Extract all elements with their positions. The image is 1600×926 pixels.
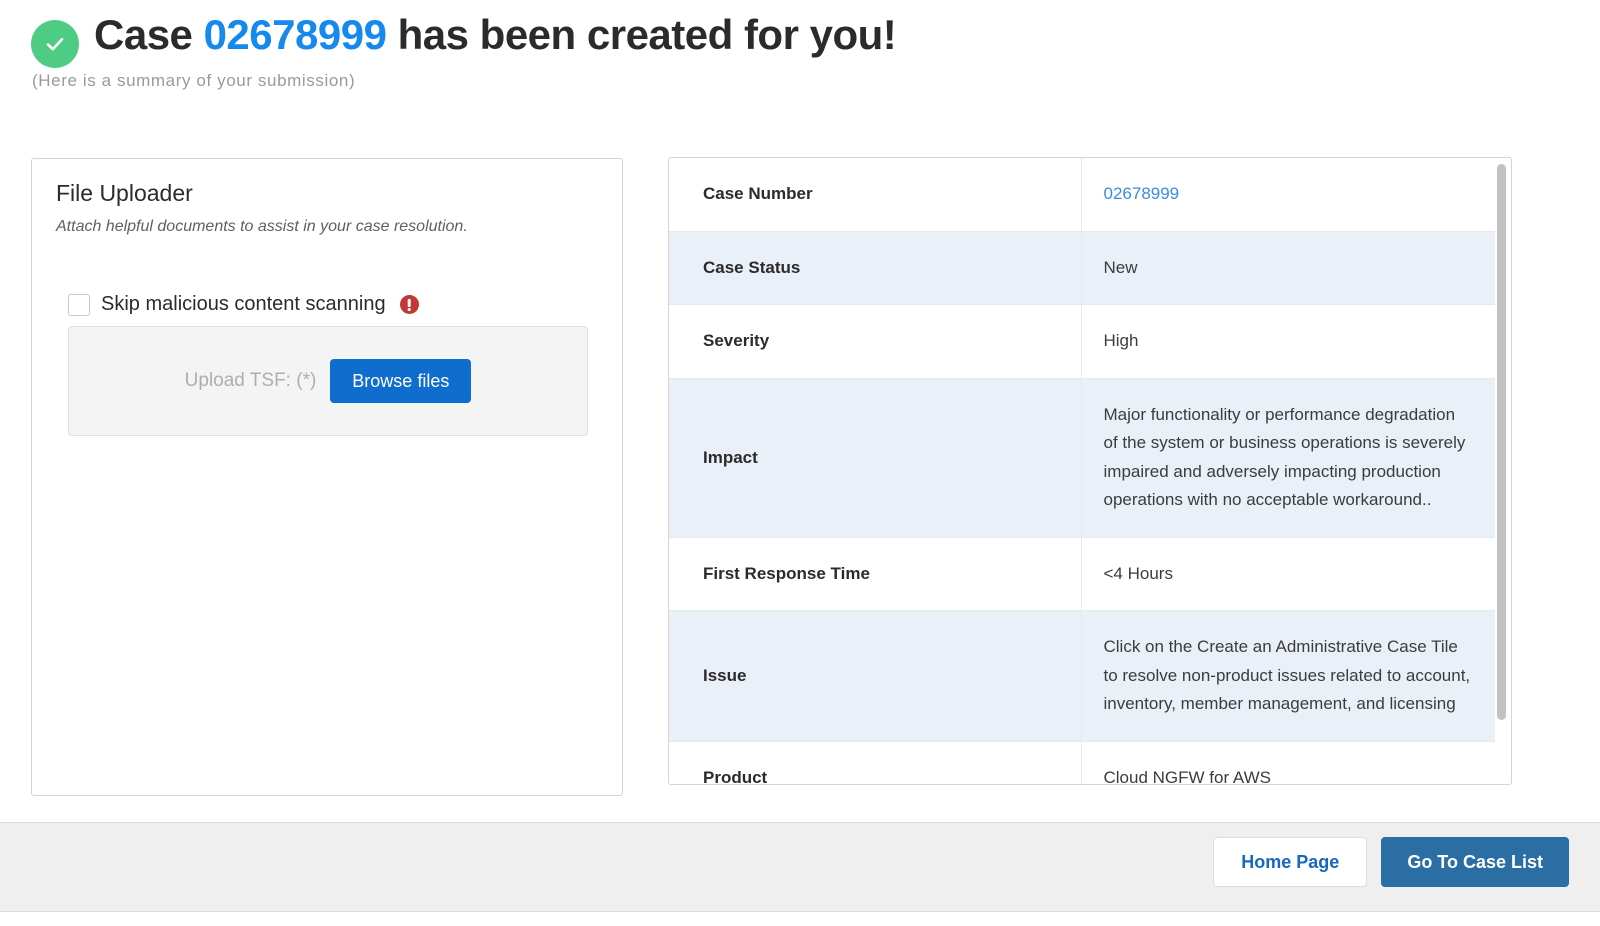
table-cell-case-number-link[interactable]: 02678999: [1081, 158, 1495, 231]
file-uploader-description: Attach helpful documents to assist in yo…: [56, 218, 468, 236]
table-cell-value: Click on the Create an Administrative Ca…: [1081, 611, 1495, 742]
case-summary-scroll-area[interactable]: Case Number02678999Case StatusNewSeverit…: [669, 158, 1512, 785]
page-title: Case 02678999 has been created for you!: [94, 6, 896, 64]
page-title-case-number: 02678999: [204, 11, 387, 58]
home-page-button[interactable]: Home Page: [1213, 837, 1367, 887]
file-drop-zone[interactable]: Upload TSF: (*) Browse files: [68, 326, 588, 436]
page-subtitle: (Here is a summary of your submission): [32, 71, 355, 91]
table-row: SeverityHigh: [669, 305, 1495, 379]
case-summary-panel: Case Number02678999Case StatusNewSeverit…: [668, 157, 1512, 785]
table-cell-value: New: [1081, 231, 1495, 305]
table-cell-key: Product: [669, 741, 1081, 785]
table-cell-value-line: Major functionality or performance degra…: [1104, 401, 1476, 430]
vertical-scrollbar-track[interactable]: [1497, 160, 1509, 784]
table-cell-key: Case Status: [669, 231, 1081, 305]
table-cell-value-line: of the system or business operations is …: [1104, 429, 1476, 458]
table-row: Impact Major functionality or performance…: [669, 378, 1495, 537]
file-uploader-card: File Uploader Attach helpful documents t…: [31, 158, 623, 796]
page-title-prefix: Case: [94, 11, 204, 58]
vertical-scrollbar-thumb[interactable]: [1497, 164, 1506, 720]
table-row: First Response Time<4 Hours: [669, 537, 1495, 611]
file-uploader-title: File Uploader: [56, 180, 193, 207]
page-title-suffix: has been created for you!: [386, 11, 896, 58]
table-cell-value-line: to resolve non-product issues related to…: [1104, 662, 1476, 691]
go-to-case-list-button[interactable]: Go To Case List: [1381, 837, 1569, 887]
table-cell-key: Issue: [669, 611, 1081, 742]
browse-files-button[interactable]: Browse files: [330, 359, 471, 403]
error-circle-icon[interactable]: [400, 295, 419, 314]
table-cell-value: Cloud NGFW for AWS: [1081, 741, 1495, 785]
table-cell-key: Severity: [669, 305, 1081, 379]
table-cell-value: High: [1081, 305, 1495, 379]
footer-actions: Home Page Go To Case List: [1213, 837, 1569, 887]
case-summary-table: Case Number02678999Case StatusNewSeverit…: [669, 158, 1495, 785]
page-footer: Home Page Go To Case List: [0, 822, 1600, 912]
table-cell-key: First Response Time: [669, 537, 1081, 611]
table-cell-value-line: operations with no acceptable workaround…: [1104, 486, 1476, 515]
table-cell-value-line: inventory, member management, and licens…: [1104, 690, 1476, 719]
table-cell-value-line: impaired and adversely impacting product…: [1104, 458, 1476, 487]
skip-scan-label: Skip malicious content scanning: [101, 293, 386, 316]
table-cell-key: Impact: [669, 378, 1081, 537]
skip-scan-row[interactable]: Skip malicious content scanning: [68, 293, 419, 316]
table-cell-key: Case Number: [669, 158, 1081, 231]
skip-scan-checkbox[interactable]: [68, 294, 90, 316]
table-row: Issue Click on the Create an Administrati…: [669, 611, 1495, 742]
table-cell-value: Major functionality or performance degra…: [1081, 378, 1495, 537]
check-circle-icon: [31, 20, 79, 68]
table-row: Case Number02678999: [669, 158, 1495, 231]
table-row: Case StatusNew: [669, 231, 1495, 305]
table-cell-value: <4 Hours: [1081, 537, 1495, 611]
upload-tsf-label: Upload TSF: (*): [185, 370, 317, 392]
table-row: ProductCloud NGFW for AWS: [669, 741, 1495, 785]
page-header: Case 02678999 has been created for you! …: [0, 0, 1600, 130]
case-confirmation-page: Case 02678999 has been created for you! …: [0, 0, 1600, 926]
table-cell-value-line: Click on the Create an Administrative Ca…: [1104, 633, 1476, 662]
